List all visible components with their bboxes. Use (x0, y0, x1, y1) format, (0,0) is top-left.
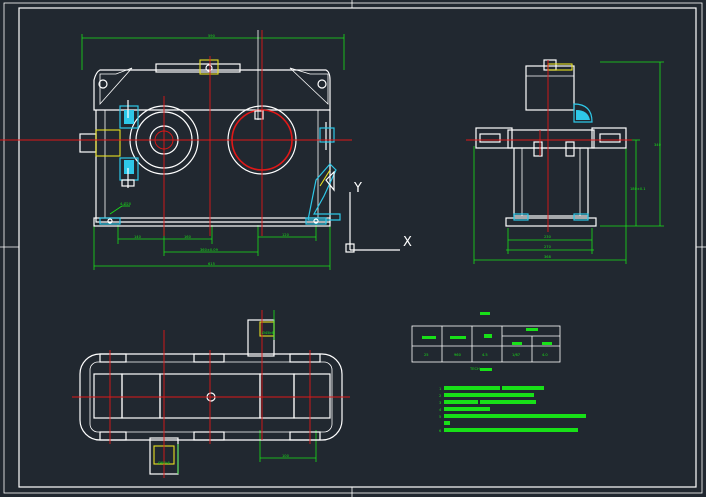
side-dim-texts: 340 180±0.1 230 270 368 (544, 143, 662, 259)
note-bolt-holes: 4-Ø20 (120, 201, 132, 206)
spec-header-z: z (512, 341, 514, 345)
dim-width-b: 270 (544, 245, 552, 249)
note-line-1: 1 (439, 387, 441, 391)
dim-shaft-in: Ø60k6 (158, 460, 170, 465)
note-line-2: 2 (439, 394, 441, 398)
spec-value-p: 4.5 (482, 353, 488, 357)
sheet-frame (0, 0, 706, 497)
note-line-4: 4 (439, 408, 442, 412)
dim-height-total: 340 (654, 143, 662, 147)
spec-value-m: 4.0 (542, 353, 548, 357)
notes-title: TECH (469, 367, 480, 371)
side-view (466, 59, 664, 264)
ucs-y-label: Y (353, 181, 362, 196)
dim-width-a: 230 (544, 235, 552, 239)
spec-header-n: n (452, 335, 454, 339)
spec-table: 25 960 4.5 1/67 4.0 i n P z m (411, 312, 561, 363)
dim-span-d: 360±0.09 (200, 248, 219, 252)
dim-width-c: 368 (544, 255, 552, 259)
note-line-5: 5 (439, 415, 441, 419)
ucs-icon: X Y (345, 181, 412, 253)
spec-value-i: 25 (424, 353, 429, 357)
note-line-3: 3 (439, 401, 441, 405)
spec-header-i: i (422, 335, 423, 339)
ucs-x-label: X (403, 235, 412, 250)
dim-span-c: 120 (282, 233, 290, 237)
cad-drawing-canvas[interactable]: 590 615 140 160 360±0.09 120 4-Ø20 X Y 3… (0, 0, 706, 497)
dim-shaft-out: Ø45k6 (262, 330, 274, 335)
technical-notes: TECH 1 2 3 4 5 6 (439, 367, 586, 433)
dim-overall-top: 590 (208, 34, 216, 38)
spec-value-n: 960 (454, 353, 462, 357)
dim-height-center: 180±0.1 (630, 187, 646, 191)
front-dim-texts: 590 615 140 160 360±0.09 120 4-Ø20 (120, 34, 290, 266)
dim-span-a: 140 (134, 235, 142, 239)
dim-span-b: 160 (184, 235, 192, 239)
spec-value-z: 1/67 (512, 353, 520, 357)
note-line-6: 6 (439, 429, 442, 433)
dim-overall-bottom: 615 (208, 262, 215, 266)
dim-key-length: 100 (282, 454, 290, 458)
front-view (0, 30, 352, 270)
spec-header-m: m (542, 341, 546, 345)
top-view (72, 310, 350, 478)
